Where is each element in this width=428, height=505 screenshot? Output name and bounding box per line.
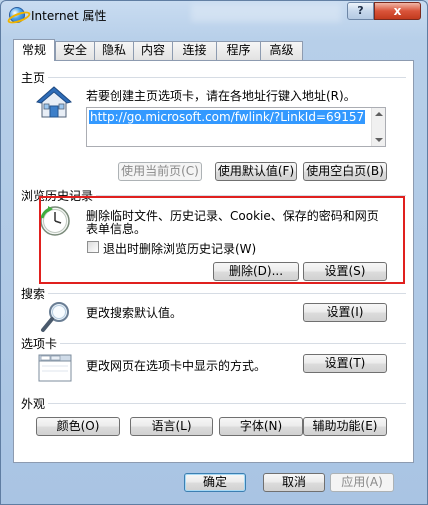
languages-button[interactable]: 语言(L) <box>130 417 213 436</box>
search-group-divider <box>48 293 406 294</box>
tabs-window-icon <box>38 353 72 383</box>
tab-connections[interactable]: 连接 <box>172 41 217 60</box>
home-icon <box>36 85 72 119</box>
history-description-line2: 表单信息。 <box>86 222 147 236</box>
tab-content[interactable]: 内容 <box>133 41 173 60</box>
tabs-settings-button[interactable]: 设置(T) <box>303 354 387 373</box>
use-current-button[interactable]: 使用当前页(C) <box>118 162 202 181</box>
general-tab-panel: 主页 若要创建主页选项卡，请在各地址行键入地址(R)。 http://go.mi… <box>13 60 414 463</box>
accessibility-button[interactable]: 辅助功能(E) <box>303 417 387 436</box>
apply-button[interactable]: 应用(A) <box>330 473 394 492</box>
home-group-label: 主页 <box>21 71 46 85</box>
help-button[interactable]: ? <box>347 2 374 20</box>
home-description: 若要创建主页选项卡，请在各地址行键入地址(R)。 <box>86 89 356 103</box>
history-clock-icon <box>38 204 72 238</box>
title-bar[interactable]: Internet 属性 ? x <box>1 1 427 29</box>
title-blur-region <box>191 4 341 22</box>
colors-button[interactable]: 颜色(O) <box>36 417 120 436</box>
tab-general[interactable]: 常规 <box>13 39 55 61</box>
use-default-button[interactable]: 使用默认值(F) <box>215 162 297 181</box>
home-url-text: http://go.microsoft.com/fwlink/?LinkId=6… <box>89 110 366 124</box>
scroll-up-icon[interactable] <box>375 112 383 116</box>
ok-button[interactable]: 确定 <box>184 473 246 492</box>
appearance-group-label: 外观 <box>21 397 46 411</box>
internet-explorer-icon <box>9 7 25 23</box>
tab-advanced[interactable]: 高级 <box>260 41 303 60</box>
home-group-divider <box>48 77 406 78</box>
tab-security[interactable]: 安全 <box>55 41 95 60</box>
delete-history-on-exit-checkbox[interactable] <box>87 241 99 253</box>
search-settings-button[interactable]: 设置(I) <box>303 303 387 322</box>
home-url-input[interactable]: http://go.microsoft.com/fwlink/?LinkId=6… <box>86 107 386 147</box>
appearance-group-divider <box>48 403 406 404</box>
close-button[interactable]: x <box>374 2 421 20</box>
tabs-group-divider <box>60 343 406 344</box>
scroll-down-icon[interactable] <box>375 138 383 142</box>
tab-privacy[interactable]: 隐私 <box>94 41 134 60</box>
history-group-divider <box>96 195 406 196</box>
fonts-button[interactable]: 字体(N) <box>219 417 303 436</box>
url-scrollbar[interactable] <box>371 108 385 146</box>
tab-programs[interactable]: 程序 <box>216 41 261 60</box>
internet-options-window: Internet 属性 ? x 常规 安全 隐私 内容 连接 程序 高级 主页 … <box>0 0 428 505</box>
window-title: Internet 属性 <box>31 9 107 23</box>
delete-history-button[interactable]: 删除(D)... <box>213 262 299 281</box>
use-blank-button[interactable]: 使用空白页(B) <box>303 162 387 181</box>
tabs-group-label: 选项卡 <box>21 337 58 351</box>
tabs-description: 更改网页在选项卡中显示的方式。 <box>86 359 267 373</box>
search-magnifier-icon <box>40 300 72 334</box>
search-description: 更改搜索默认值。 <box>86 306 183 320</box>
cancel-button[interactable]: 取消 <box>263 473 325 492</box>
history-group-label: 浏览历史记录 <box>21 189 94 203</box>
delete-history-on-exit-label[interactable]: 退出时删除浏览历史记录(W) <box>103 240 256 257</box>
history-settings-button[interactable]: 设置(S) <box>303 262 387 281</box>
